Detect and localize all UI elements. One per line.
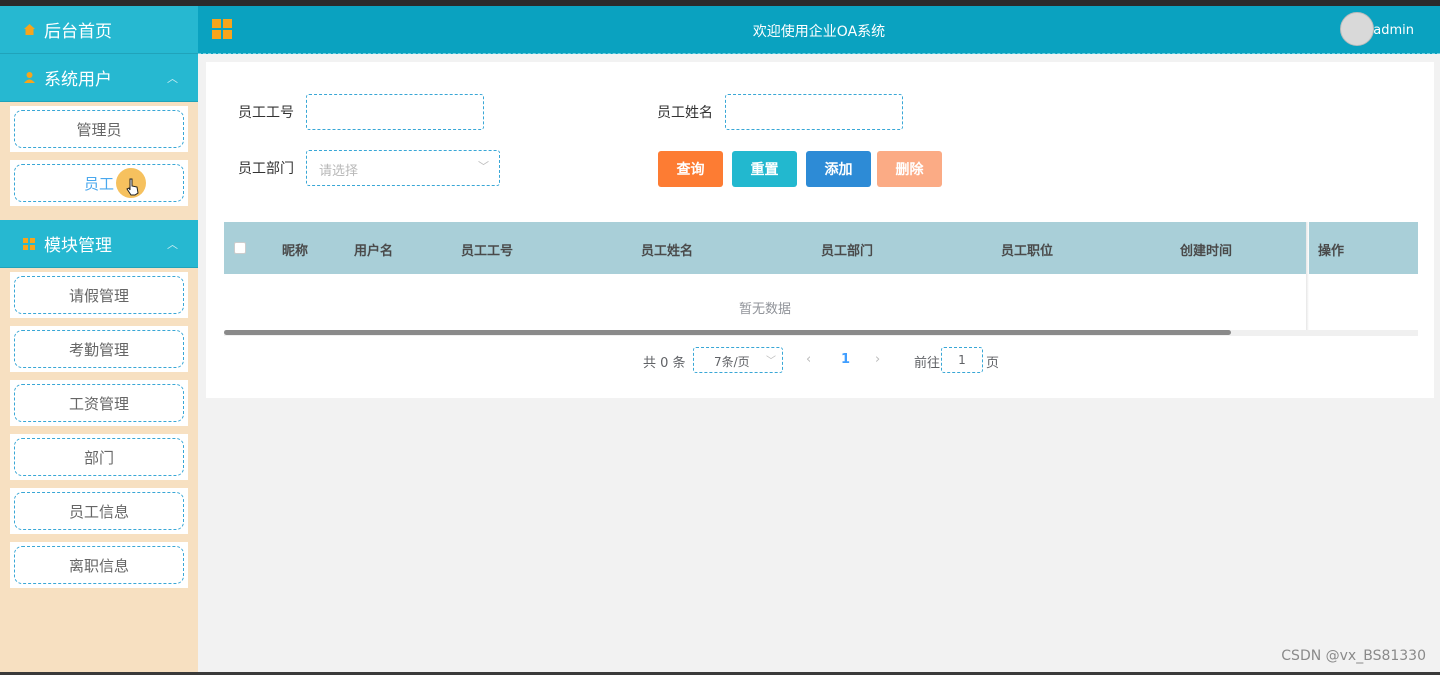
delete-button[interactable]: 删除: [877, 151, 942, 187]
query-button[interactable]: 查询: [658, 151, 723, 187]
col-username[interactable]: 用户名: [354, 240, 393, 259]
sidebar-item-label: 员工信息: [14, 492, 184, 530]
sidebar-item-employee[interactable]: 员工: [10, 160, 188, 206]
modules-icon: [22, 237, 36, 251]
sidebar-item-leave[interactable]: 请假管理: [10, 272, 188, 318]
sidebar-item-label: 管理员: [14, 110, 184, 148]
emp-no-label: 员工工号: [238, 105, 294, 121]
sidebar-item-label: 考勤管理: [14, 330, 184, 368]
add-button[interactable]: 添加: [806, 151, 871, 187]
sidebar-home-label: 后台首页: [44, 22, 112, 42]
hand-cursor-icon: [126, 178, 140, 200]
col-created[interactable]: 创建时间: [1180, 240, 1232, 259]
sidebar-item-employee-info[interactable]: 员工信息: [10, 488, 188, 534]
main-panel: 员工工号 员工姓名 员工部门 请选择 ﹀ 查询 重置 添加 删除 昵称 用户名 …: [206, 62, 1434, 398]
select-all-checkbox[interactable]: [234, 242, 246, 254]
sidebar-item-label: 员工: [14, 164, 184, 202]
chevron-down-icon: ﹀: [766, 356, 776, 367]
reset-button[interactable]: 重置: [732, 151, 797, 187]
app-frame: 后台首页 系统用户 ︿ 管理员 员工 模块管理 ︿ 请假管理 考勤管理 工资管理…: [0, 6, 1440, 672]
goto-label: 前往: [914, 356, 941, 371]
col-actions: 操作: [1318, 244, 1345, 259]
sidebar-group-users-label: 系统用户: [44, 70, 112, 90]
sidebar-modules-list: 请假管理 考勤管理 工资管理 部门 员工信息 离职信息: [0, 268, 198, 602]
goto-page-input[interactable]: 1: [941, 347, 983, 373]
sidebar-item-salary[interactable]: 工资管理: [10, 380, 188, 426]
fixed-column-divider: [1306, 222, 1309, 334]
sidebar-users-list: 管理员 员工: [0, 102, 198, 220]
sidebar-item-resignation[interactable]: 离职信息: [10, 542, 188, 588]
sidebar-item-admin[interactable]: 管理员: [10, 106, 188, 152]
sidebar-item-label: 离职信息: [14, 546, 184, 584]
username[interactable]: admin: [1373, 23, 1414, 38]
col-emp-name[interactable]: 员工姓名: [641, 240, 693, 259]
system-title: 欢迎使用企业OA系统: [752, 24, 886, 40]
emp-no-input[interactable]: [306, 94, 484, 130]
chevron-down-icon: ﹀: [478, 160, 489, 173]
empty-text: 暂无数据: [738, 302, 791, 317]
sidebar-home[interactable]: 后台首页: [0, 6, 198, 54]
next-page-icon[interactable]: ›: [875, 352, 880, 367]
emp-name-input[interactable]: [725, 94, 903, 130]
page-size-value: 7条/页: [714, 355, 750, 369]
sidebar-item-attendance[interactable]: 考勤管理: [10, 326, 188, 372]
goto-suffix: 页: [986, 356, 1000, 371]
home-icon: [22, 23, 36, 37]
user-icon: [22, 71, 36, 85]
sidebar-item-label: 部门: [14, 438, 184, 476]
sidebar-item-label: 请假管理: [14, 276, 184, 314]
dept-select-placeholder: 请选择: [319, 164, 359, 179]
total-count: 共 0 条: [643, 356, 686, 371]
dept-label: 员工部门: [238, 161, 294, 177]
dept-select[interactable]: 请选择 ﹀: [306, 150, 500, 186]
chevron-up-icon: ︿: [167, 71, 178, 85]
col-emp-no[interactable]: 员工工号: [461, 240, 513, 259]
sidebar-group-modules-label: 模块管理: [44, 236, 112, 256]
avatar[interactable]: [1340, 12, 1374, 46]
sidebar-item-label: 工资管理: [14, 384, 184, 422]
page-size-select[interactable]: 7条/页 ﹀: [693, 347, 783, 373]
sidebar-item-department[interactable]: 部门: [10, 434, 188, 480]
sidebar-group-modules[interactable]: 模块管理 ︿: [0, 220, 198, 268]
sidebar-group-users[interactable]: 系统用户 ︿: [0, 54, 198, 102]
sidebar: 后台首页 系统用户 ︿ 管理员 员工 模块管理 ︿ 请假管理 考勤管理 工资管理…: [0, 6, 198, 672]
top-bar: 欢迎使用企业OA系统 admin: [198, 6, 1440, 54]
col-nickname[interactable]: 昵称: [282, 240, 308, 259]
table-header: 昵称 用户名 员工工号 员工姓名 员工部门 员工职位 创建时间 操作: [224, 222, 1418, 274]
chevron-up-icon: ︿: [167, 237, 178, 251]
prev-page-icon[interactable]: ‹: [806, 352, 811, 367]
col-dept[interactable]: 员工部门: [821, 240, 873, 259]
emp-name-label: 员工姓名: [657, 105, 713, 121]
col-position[interactable]: 员工职位: [1001, 240, 1053, 259]
watermark: CSDN @vx_BS81330: [1281, 648, 1426, 664]
horizontal-scrollbar[interactable]: [224, 330, 1231, 335]
page-number[interactable]: 1: [841, 352, 850, 367]
